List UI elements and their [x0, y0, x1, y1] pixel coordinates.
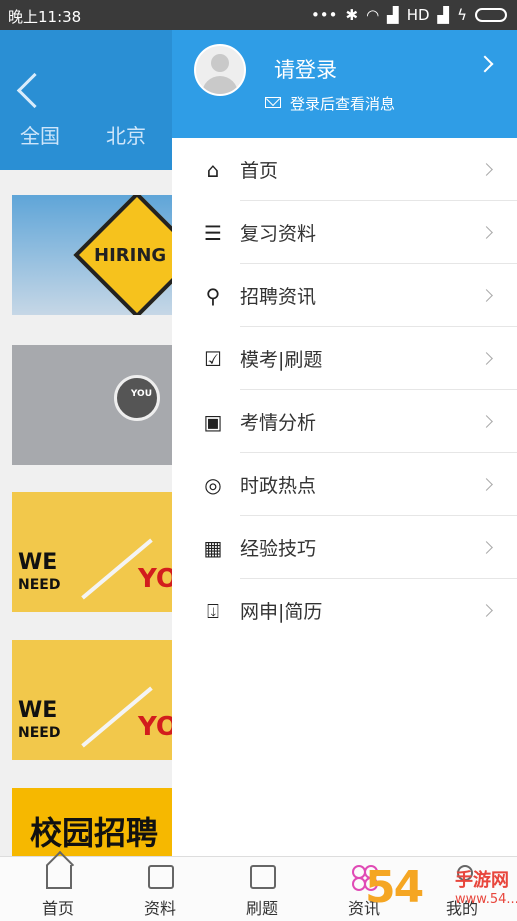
tab-label: 资料 — [143, 899, 176, 918]
drawer-header[interactable]: 请登录 登录后查看消息 — [172, 30, 517, 138]
watermark-number: 54 — [365, 862, 424, 913]
menu-item-exam-analysis[interactable]: ▣ 考情分析 — [172, 390, 517, 453]
watermark-text: 手游网 — [455, 870, 509, 891]
chevron-right-icon — [480, 226, 493, 239]
nav-drawer: 请登录 登录后查看消息 ⌂ 首页 ☰ 复习资料 ⚲ 招聘资讯 ☑ 模考|刷题 ▣… — [172, 30, 517, 856]
chevron-right-icon[interactable] — [476, 55, 494, 73]
bag-icon — [148, 865, 174, 889]
chevron-right-icon — [480, 415, 493, 428]
menu-item-label: 首页 — [240, 160, 279, 182]
caption-you: YO — [137, 564, 172, 594]
tab-practice[interactable]: 刷题 — [212, 857, 312, 921]
globe-icon: ◎ — [204, 473, 222, 497]
watermark-url: www.54...cn — [455, 892, 517, 907]
menu-item-label: 时政热点 — [240, 475, 317, 497]
thumbnail-we-need-you[interactable]: WE NEED YO — [12, 492, 172, 612]
menu-item-mock-exam[interactable]: ☑ 模考|刷题 — [172, 327, 517, 390]
thumbnail-we-need-you-2[interactable]: WE NEED YO — [12, 640, 172, 760]
wifi-icon: ◠ — [366, 6, 380, 24]
thumbnail-caption: YOU — [130, 389, 152, 399]
thumbnail-hiring[interactable]: HIRING — [12, 195, 172, 315]
menu-item-tips[interactable]: ▦ 经验技巧 — [172, 516, 517, 579]
status-bar: 晚上11:38 ••• ✱ ◠ ▟ HD ▟ ϟ — [0, 0, 517, 30]
status-icons: ••• ✱ ◠ ▟ HD ▟ ϟ — [311, 6, 507, 24]
bluetooth-icon: ✱ — [345, 6, 359, 24]
battery-icon — [475, 8, 507, 22]
login-subtitle: 登录后查看消息 — [290, 95, 396, 113]
menu-item-label: 网申|简历 — [240, 601, 323, 623]
grid-list-icon: ▦ — [203, 536, 223, 560]
chevron-right-icon — [480, 289, 493, 302]
download-box-icon: ⍗ — [207, 599, 219, 623]
list-icon: ☰ — [204, 221, 222, 245]
tab-materials[interactable]: 资料 — [110, 857, 210, 921]
caption-you: YO — [137, 712, 172, 742]
avatar[interactable] — [194, 44, 246, 96]
tab-label: 刷题 — [245, 899, 278, 918]
chevron-right-icon — [480, 604, 493, 617]
watermark-logo: 54 手游网 www.54...cn — [363, 856, 517, 920]
network-type: HD — [406, 6, 430, 24]
menu-item-label: 复习资料 — [240, 223, 317, 245]
charging-icon: ϟ — [457, 6, 467, 24]
mail-icon — [265, 97, 281, 108]
menu-item-current-affairs[interactable]: ◎ 时政热点 — [172, 453, 517, 516]
chevron-right-icon — [480, 163, 493, 176]
login-title[interactable]: 请登录 — [274, 54, 337, 84]
presentation-icon: ▣ — [203, 410, 223, 434]
menu-item-online-application[interactable]: ⍗ 网申|简历 — [172, 579, 517, 642]
menu-item-label: 模考|刷题 — [240, 349, 323, 371]
caption-line-need: NEED — [18, 577, 61, 593]
chevron-right-icon — [480, 478, 493, 491]
search-person-icon: ⚲ — [205, 284, 221, 308]
status-time: 晚上11:38 — [8, 8, 82, 26]
back-arrow-icon[interactable] — [16, 72, 53, 109]
home-icon: ⌂ — [206, 158, 220, 182]
chevron-right-icon — [480, 352, 493, 365]
thumbnail-campus-recruit[interactable]: 校园招聘 — [12, 788, 172, 858]
thumbnail-caption: WE NEED — [18, 700, 60, 744]
thumbnail-caption: 校园招聘 — [30, 814, 159, 852]
menu-item-recruit-news[interactable]: ⚲ 招聘资讯 — [172, 264, 517, 327]
drawer-menu: ⌂ 首页 ☰ 复习资料 ⚲ 招聘资讯 ☑ 模考|刷题 ▣ 考情分析 ◎ 时政热点 — [172, 138, 517, 642]
menu-item-home[interactable]: ⌂ 首页 — [172, 138, 517, 201]
menu-item-label: 经验技巧 — [240, 538, 317, 560]
thumbnail-world-map[interactable]: YOU — [12, 345, 172, 465]
signal-icon: ▟ — [387, 6, 399, 24]
caption-line-we: WE — [18, 698, 58, 723]
city-tab-national[interactable]: 全国 — [20, 120, 60, 149]
checkbox-icon: ☑ — [204, 347, 222, 371]
tab-home[interactable]: 首页 — [8, 857, 108, 921]
chevron-right-icon — [480, 541, 493, 554]
home-outline-icon — [46, 865, 72, 889]
tab-label: 首页 — [41, 899, 74, 918]
thumbnail-caption: WE NEED — [18, 552, 60, 596]
more-dots-icon: ••• — [310, 6, 338, 24]
caption-line-need: NEED — [18, 725, 61, 741]
edit-icon — [250, 865, 276, 889]
menu-item-label: 考情分析 — [240, 412, 317, 434]
caption-line-we: WE — [18, 550, 58, 575]
menu-item-review-materials[interactable]: ☰ 复习资料 — [172, 201, 517, 264]
thumbnail-caption: HIRING — [94, 245, 167, 266]
menu-item-label: 招聘资讯 — [240, 286, 317, 308]
city-tab-beijing[interactable]: 北京 — [106, 120, 146, 149]
signal2-icon: ▟ — [437, 6, 450, 24]
